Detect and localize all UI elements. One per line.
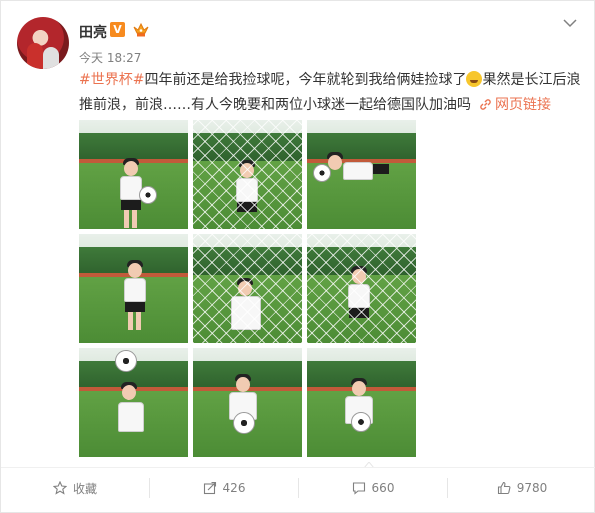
kid-shirt xyxy=(343,162,373,180)
like-button[interactable]: 9780 xyxy=(448,468,595,508)
kid-shorts xyxy=(373,164,389,174)
favorite-button[interactable]: 收藏 xyxy=(1,468,149,508)
photo-6[interactable] xyxy=(307,234,416,343)
goal-net xyxy=(193,234,302,343)
photo-1[interactable] xyxy=(79,120,188,229)
kid-leg xyxy=(136,312,141,330)
kid-head xyxy=(236,377,250,392)
hashtag-link[interactable]: #世界杯# xyxy=(79,72,144,88)
like-count: 9780 xyxy=(516,481,548,495)
kid-head xyxy=(128,263,142,278)
kid-head xyxy=(352,381,366,396)
photo-7[interactable] xyxy=(79,348,188,457)
photo-4[interactable] xyxy=(79,234,188,343)
repost-icon xyxy=(203,481,216,495)
avatar-figure-right xyxy=(43,47,59,69)
favorite-label: 收藏 xyxy=(72,481,97,496)
kid-leg xyxy=(128,312,133,330)
repost-button[interactable]: 426 xyxy=(150,468,298,508)
kid-head xyxy=(122,385,136,400)
photo-5[interactable] xyxy=(193,234,302,343)
photo-grid xyxy=(79,120,416,457)
repost-count: 426 xyxy=(222,481,246,495)
avatar-figure-left xyxy=(27,43,43,69)
member-crown-icon[interactable] xyxy=(132,21,150,38)
kid-head xyxy=(328,155,342,170)
weibo-post-card: 田亮 V 今天 18:27 #世界杯#四年前还是给我捡球呢，今年就轮到我给俩娃捡… xyxy=(0,0,595,513)
photo-8[interactable] xyxy=(193,348,302,457)
kid-leg xyxy=(124,210,129,228)
goal-net xyxy=(193,120,302,229)
thumbs-up-icon xyxy=(497,481,511,495)
kid-shorts xyxy=(125,302,145,312)
web-page-link[interactable]: 网页链接 xyxy=(495,97,551,113)
soccer-ball xyxy=(233,412,255,434)
post-content: #世界杯#四年前还是给我捡球呢，今年就轮到我给俩娃捡球了 果然是长江后浪推前浪，前… xyxy=(79,68,584,118)
comment-count: 660 xyxy=(371,481,395,495)
star-icon xyxy=(52,481,67,495)
soccer-ball xyxy=(139,186,157,204)
author-avatar[interactable] xyxy=(17,17,69,69)
soccer-ball xyxy=(351,412,371,432)
post-text-part1: 四年前还是给我捡球呢，今年就轮到我给俩娃捡球了 xyxy=(144,72,467,88)
post-timestamp[interactable]: 今天 18:27 xyxy=(79,49,141,66)
goal-net xyxy=(307,234,416,343)
photo-2[interactable] xyxy=(193,120,302,229)
comment-button[interactable]: 660 xyxy=(299,468,447,508)
comment-icon xyxy=(352,482,365,495)
soccer-ball xyxy=(313,164,331,182)
chevron-down-icon[interactable] xyxy=(563,18,577,28)
soccer-ball xyxy=(115,350,137,372)
kid-shirt xyxy=(124,278,146,302)
kid-leg xyxy=(132,210,137,228)
kid-shirt xyxy=(118,402,144,432)
photo-3[interactable] xyxy=(307,120,416,229)
author-name[interactable]: 田亮 xyxy=(79,22,107,42)
link-icon[interactable] xyxy=(479,98,492,111)
kid-shorts xyxy=(121,200,141,210)
laugh-cry-emoji-icon xyxy=(466,71,483,87)
kid-head xyxy=(124,161,138,176)
photo-9[interactable] xyxy=(307,348,416,457)
verified-badge-icon[interactable]: V xyxy=(110,22,125,37)
action-bar: 收藏 426 660 9780 xyxy=(1,467,595,507)
